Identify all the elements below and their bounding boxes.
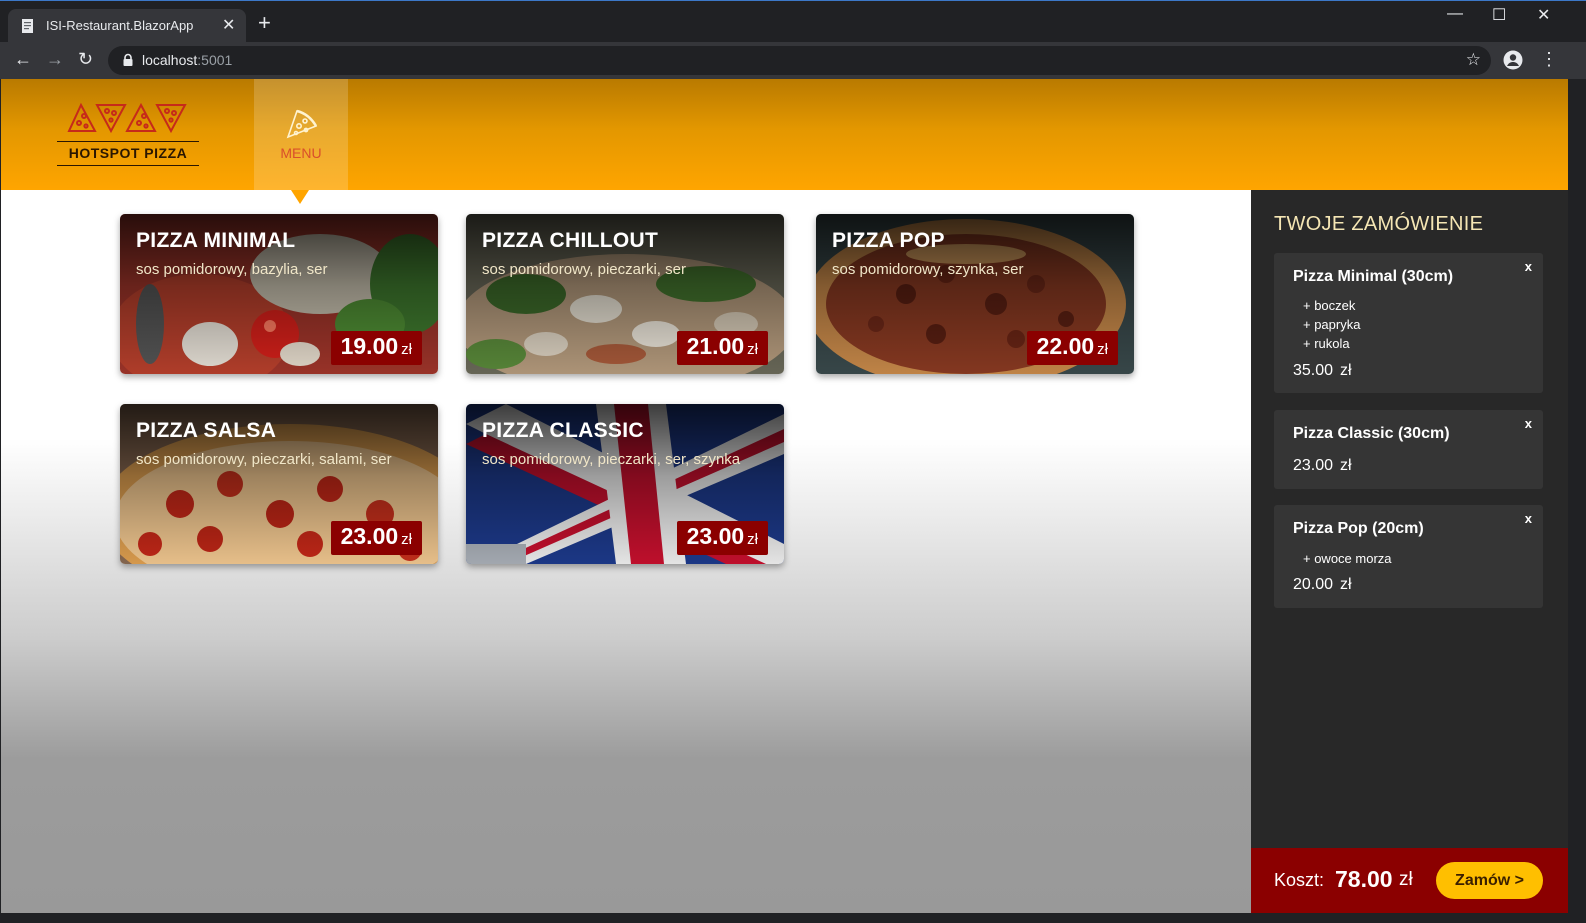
pizza-slices-icon — [67, 102, 187, 134]
bookmark-star-icon[interactable]: ☆ — [1466, 50, 1481, 70]
window-right-edge — [1568, 79, 1586, 923]
pizza-ingredients: sos pomidorowy, pieczarki, ser — [482, 261, 686, 278]
order-total: 78.00 — [1335, 866, 1393, 892]
order-item-name: Pizza Pop (20cm) — [1293, 520, 1424, 537]
pizza-card-minimal[interactable]: PIZZA MINIMAL sos pomidorowy, bazylia, s… — [120, 214, 438, 374]
nav-menu-label: MENU — [280, 145, 322, 161]
site-header: HOTSPOT PIZZA MENU — [1, 79, 1568, 190]
forward-icon[interactable]: → — [46, 50, 64, 68]
order-item-price: 35.00 zł — [1293, 362, 1352, 379]
order-item-name: Pizza Minimal (30cm) — [1293, 268, 1454, 285]
pizza-price-badge: 23.00 zł — [330, 521, 422, 555]
order-item: Pizza Classic (30cm) x 23.00 zł — [1274, 410, 1543, 489]
pizza-card-classic[interactable]: PIZZA CLASSIC sos pomidorowy, pieczarki,… — [466, 404, 784, 564]
pizza-price-badge: 21.00 zł — [676, 331, 768, 365]
pizza-ingredients: sos pomidorowy, pieczarki, ser, szynka — [482, 451, 741, 468]
order-item-price: 23.00 zł — [1293, 457, 1352, 474]
logo[interactable]: HOTSPOT PIZZA — [55, 101, 201, 169]
remove-item-icon[interactable]: x — [1525, 511, 1532, 526]
tab-close-icon[interactable]: ✕ — [222, 15, 235, 35]
browser-tab-strip: ISI-Restaurant.BlazorApp ✕ + — ☐ ✕ — [0, 0, 1586, 43]
order-item: Pizza Pop (20cm) x + owoce morza 20.00 zł — [1274, 505, 1543, 608]
browser-menu-icon[interactable]: ⋮ — [1540, 50, 1558, 68]
remove-item-icon[interactable]: x — [1525, 416, 1532, 431]
reload-icon[interactable]: ↻ — [78, 50, 93, 68]
pizza-ingredients: sos pomidorowy, bazylia, ser — [136, 261, 328, 278]
order-item-extra: + rukola — [1303, 336, 1350, 351]
pizza-name: PIZZA SALSA — [136, 419, 277, 442]
brand-name: HOTSPOT PIZZA — [57, 141, 199, 166]
minimize-icon[interactable]: — — [1447, 5, 1463, 23]
nav-menu-tab[interactable]: MENU — [254, 79, 348, 190]
pizza-name: PIZZA POP — [832, 229, 945, 252]
order-sidebar: TWOJE ZAMÓWIENIE Pizza Minimal (30cm) x … — [1251, 190, 1568, 913]
lock-icon — [123, 53, 133, 66]
remove-item-icon[interactable]: x — [1525, 259, 1532, 274]
maximize-icon[interactable]: ☐ — [1492, 5, 1506, 25]
window-bottom-edge — [0, 913, 1568, 923]
pizza-price-badge: 22.00 zł — [1026, 331, 1118, 365]
order-item-name: Pizza Classic (30cm) — [1293, 425, 1450, 442]
page-icon — [22, 19, 33, 33]
place-order-button[interactable]: Zamów > — [1436, 862, 1543, 899]
pizza-name: PIZZA CHILLOUT — [482, 229, 659, 252]
order-item-extra: + papryka — [1303, 317, 1361, 332]
cost-label: Koszt: — [1274, 870, 1325, 890]
pizza-slice-icon — [286, 109, 318, 139]
profile-icon[interactable] — [1503, 50, 1523, 70]
pizza-name: PIZZA CLASSIC — [482, 419, 644, 442]
order-total-currency: zł — [1399, 869, 1413, 890]
pizza-card-pop[interactable]: PIZZA POP sos pomidorowy, szynka, ser 22… — [816, 214, 1134, 374]
order-item-extra: + owoce morza — [1303, 551, 1392, 566]
order-item-price: 20.00 zł — [1293, 576, 1352, 593]
pizza-card-salsa[interactable]: PIZZA SALSA sos pomidorowy, pieczarki, s… — [120, 404, 438, 564]
pizza-ingredients: sos pomidorowy, pieczarki, salami, ser — [136, 451, 392, 468]
order-summary-bar: Koszt: 78.00 zł Zamów > — [1251, 848, 1568, 913]
pizza-price-badge: 23.00 zł — [676, 521, 768, 555]
pizza-name: PIZZA MINIMAL — [136, 229, 296, 252]
new-tab-icon[interactable]: + — [258, 12, 271, 34]
active-tab-pointer — [291, 190, 309, 204]
address-bar[interactable]: localhost:5001 ☆ — [108, 46, 1491, 75]
browser-toolbar: ← → ↻ localhost:5001 ☆ ⋮ — [0, 42, 1586, 79]
url-text: localhost:5001 — [142, 52, 233, 68]
page-viewport: HOTSPOT PIZZA MENU PIZZA MINIMAL sos pom… — [1, 79, 1568, 913]
back-icon[interactable]: ← — [14, 50, 32, 68]
pizza-price-badge: 19.00 zł — [330, 331, 422, 365]
pizza-ingredients: sos pomidorowy, szynka, ser — [832, 261, 1024, 278]
window-close-icon[interactable]: ✕ — [1537, 5, 1550, 25]
order-item: Pizza Minimal (30cm) x + boczek + papryk… — [1274, 253, 1543, 393]
order-item-extra: + boczek — [1303, 298, 1356, 313]
pizza-card-chillout[interactable]: PIZZA CHILLOUT sos pomidorowy, pieczarki… — [466, 214, 784, 374]
browser-tab[interactable]: ISI-Restaurant.BlazorApp ✕ — [8, 9, 246, 43]
tab-title: ISI-Restaurant.BlazorApp — [46, 18, 194, 33]
order-title: TWOJE ZAMÓWIENIE — [1274, 213, 1484, 235]
